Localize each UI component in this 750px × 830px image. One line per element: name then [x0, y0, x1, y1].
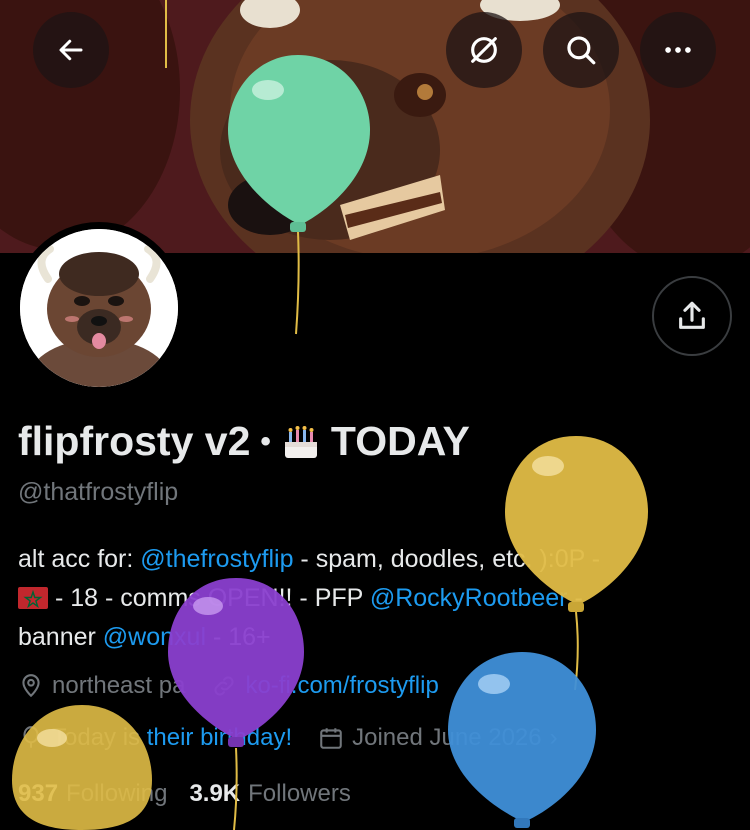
- bio-text: alt acc for:: [18, 545, 141, 573]
- joined-text: Joined June 2026: [352, 724, 542, 751]
- bio: alt acc for: @thefrostyflip - spam, dood…: [18, 540, 728, 657]
- bio-text: banner: [18, 623, 103, 651]
- bio-text: - spam, doodles, etc. ):0P -: [293, 545, 601, 573]
- avatar-artwork: [20, 229, 178, 387]
- mention-link[interactable]: @RockyRootbeer: [370, 584, 568, 612]
- back-arrow-icon: [59, 39, 83, 61]
- following-count: 937: [18, 780, 59, 807]
- chevron-right-icon: ›: [549, 724, 558, 751]
- profile-meta-row: northeast pa ko-fi.com/frostyflip: [18, 672, 465, 700]
- birthday-cake-icon: [284, 425, 317, 458]
- bio-text: - 16+: [206, 623, 271, 651]
- avatar[interactable]: [13, 222, 185, 394]
- link-icon: [214, 676, 234, 696]
- mention-link[interactable]: @wonxul: [103, 623, 206, 651]
- banner-artwork: [0, 0, 750, 253]
- search-icon: [567, 36, 596, 65]
- mention-link[interactable]: @thefrostyflip: [140, 545, 293, 573]
- website-item[interactable]: ko-fi.com/frostyflip: [211, 672, 439, 700]
- name-separator: •: [260, 424, 271, 458]
- followers-label: Followers: [248, 780, 351, 807]
- location-item: northeast pa: [18, 672, 185, 700]
- location-pin-icon: [22, 674, 40, 698]
- birthday-text: Today is: [52, 724, 141, 751]
- bio-text: - 18 - comms OPEN!! - PFP: [48, 584, 370, 612]
- share-button[interactable]: [652, 276, 732, 356]
- more-button[interactable]: [640, 12, 716, 88]
- profile-meta-row-2: Today is their birthday! Joined June 202…: [18, 724, 584, 752]
- display-name-row: flipfrosty v2 • TODAY: [18, 418, 470, 465]
- calendar-icon: [320, 728, 342, 749]
- joined-item[interactable]: Joined June 2026 ›: [318, 724, 558, 752]
- birthday-label: TODAY: [330, 418, 470, 464]
- followers-count: 3.9K: [189, 780, 241, 807]
- user-handle: @thatfrostyflip: [18, 478, 179, 506]
- followers-stat[interactable]: 3.9K Followers: [189, 780, 350, 808]
- search-button[interactable]: [543, 12, 619, 88]
- balloon-icon: [23, 726, 39, 748]
- birthday-link[interactable]: their birthday!: [147, 724, 292, 752]
- location-text: northeast pa: [52, 672, 186, 699]
- website-link[interactable]: ko-fi.com/frostyflip: [245, 672, 438, 700]
- share-icon: [679, 301, 705, 329]
- follow-stats: 937 Following 3.9K Followers: [18, 780, 351, 808]
- back-button[interactable]: [33, 12, 109, 88]
- not-following-icon: [471, 37, 497, 63]
- following-stat[interactable]: 937 Following: [18, 780, 167, 808]
- bio-text: -: [567, 584, 583, 612]
- morocco-flag-icon: [18, 587, 48, 609]
- birthday-item: Today is their birthday!: [18, 724, 292, 752]
- grok-button[interactable]: [446, 12, 522, 88]
- profile-banner[interactable]: [0, 0, 750, 253]
- more-icon: [665, 47, 691, 53]
- following-label: Following: [66, 780, 168, 807]
- display-name: flipfrosty v2: [18, 418, 251, 464]
